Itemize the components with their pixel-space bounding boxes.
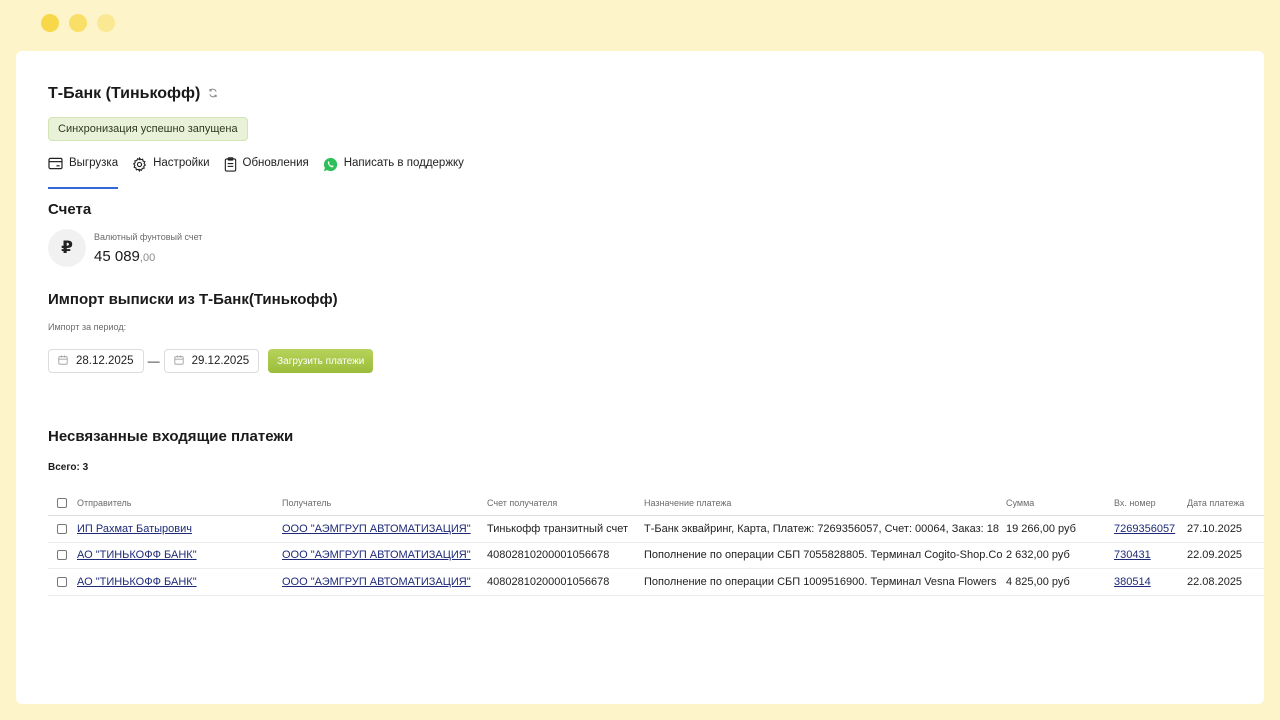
- row-select-cell: [48, 523, 77, 534]
- recipient-account-cell: 40802810200001056678: [487, 549, 610, 562]
- tab-updates-label: Обновления: [242, 157, 309, 169]
- recipient-cell: ООО "АЭМГРУП АВТОМАТИЗАЦИЯ": [282, 576, 487, 588]
- tab-export[interactable]: Выгрузка: [48, 155, 119, 189]
- sender-cell: ИП Рахмат Батырович: [77, 523, 282, 535]
- gear-icon: [133, 157, 147, 172]
- column-header[interactable]: Получатель: [282, 498, 487, 508]
- sender-cell: АО "ТИНЬКОФФ БАНК": [77, 549, 282, 561]
- tab-settings-label: Настройки: [153, 157, 210, 169]
- recipient-cell: ООО "АЭМГРУП АВТОМАТИЗАЦИЯ": [282, 549, 487, 561]
- column-header[interactable]: Дата платежа: [1187, 498, 1264, 508]
- table-row: АО "ТИНЬКОФФ БАНК" ООО "АЭМГРУП АВТОМАТИ…: [48, 543, 1264, 569]
- account-balance-fraction: ,00: [139, 251, 156, 264]
- calendar-icon: [58, 355, 68, 367]
- period-label: Импорт за период:: [48, 322, 127, 332]
- date-to-value: 29.12.2025: [191, 355, 250, 367]
- whatsapp-icon: [323, 157, 337, 172]
- table-header: Отправитель Получатель Счет получателя Н…: [48, 491, 1264, 516]
- select-all-checkbox[interactable]: [57, 498, 67, 508]
- sum-cell: 4 825,00 руб: [1006, 575, 1070, 588]
- tab-settings[interactable]: Настройки: [132, 155, 210, 189]
- ruble-icon: ₽: [48, 229, 86, 267]
- recipient-link[interactable]: ООО "АЭМГРУП АВТОМАТИЗАЦИЯ": [282, 549, 471, 561]
- number-link[interactable]: 380514: [1114, 576, 1181, 588]
- tab-support-label: Написать в поддержку: [343, 157, 464, 169]
- sender-link[interactable]: ИП Рахмат Батырович: [77, 523, 192, 535]
- app-window: Т-Банк (Тинькофф) Синхронизация успешно …: [16, 51, 1264, 704]
- date-to-input[interactable]: 29.12.2025: [163, 349, 260, 373]
- unlinked-payments-title: Несвязанные входящие платежи: [48, 428, 294, 445]
- number-link[interactable]: 730431: [1114, 549, 1181, 561]
- maximize-window-dot[interactable]: [97, 14, 115, 32]
- account-name: Валютный фунтовый счет: [94, 231, 203, 242]
- import-title: Импорт выписки из Т-Банк(Тинькофф): [48, 291, 338, 308]
- account-card[interactable]: ₽ Валютный фунтовый счет 45 089,00: [48, 229, 202, 267]
- purpose-cell: Пополнение по операции СБП 7055828805. Т…: [644, 549, 1003, 562]
- sync-status-badge: Синхронизация успешно запущена: [48, 117, 248, 141]
- row-select-cell: [48, 576, 77, 587]
- window-controls: [41, 14, 115, 32]
- recipient-account-cell: 40802810200001056678: [487, 575, 610, 588]
- date-cell: 27.10.2025: [1187, 522, 1243, 535]
- period-picker: 28.12.2025 — 29.12.2025 Загрузить платеж…: [48, 349, 374, 373]
- sum-cell: 19 266,00 руб: [1006, 522, 1076, 535]
- column-header[interactable]: Вх. номер: [1114, 498, 1187, 508]
- column-header[interactable]: Сумма: [1006, 498, 1114, 508]
- card-icon: [48, 157, 63, 170]
- close-window-dot[interactable]: [41, 14, 59, 32]
- number-link[interactable]: 7269356057: [1114, 523, 1181, 535]
- column-header[interactable]: Счет получателя: [487, 498, 644, 508]
- date-separator: —: [147, 354, 160, 368]
- sender-link[interactable]: АО "ТИНЬКОФФ БАНК": [77, 549, 197, 561]
- minimize-window-dot[interactable]: [69, 14, 87, 32]
- payments-table: Отправитель Получатель Счет получателя Н…: [48, 491, 1264, 596]
- date-cell: 22.08.2025: [1187, 575, 1243, 588]
- sender-link[interactable]: АО "ТИНЬКОФФ БАНК": [77, 576, 197, 588]
- account-balance: 45 089,00: [94, 248, 202, 265]
- account-balance-main: 45 089: [94, 247, 140, 265]
- refresh-icon[interactable]: [208, 88, 220, 100]
- recipient-cell: ООО "АЭМГРУП АВТОМАТИЗАЦИЯ": [282, 523, 487, 535]
- number-cell: 730431: [1114, 549, 1187, 561]
- recipient-account-cell: Тинькофф транзитный счет: [487, 522, 629, 535]
- recipient-link[interactable]: ООО "АЭМГРУП АВТОМАТИЗАЦИЯ": [282, 523, 471, 535]
- column-header[interactable]: Отправитель: [77, 498, 282, 508]
- purpose-cell: Пополнение по операции СБП 1009516900. Т…: [644, 575, 997, 588]
- row-checkbox[interactable]: [57, 550, 67, 561]
- accounts-title: Счета: [48, 201, 92, 218]
- table-row: АО "ТИНЬКОФФ БАНК" ООО "АЭМГРУП АВТОМАТИ…: [48, 569, 1264, 596]
- sender-cell: АО "ТИНЬКОФФ БАНК": [77, 576, 282, 588]
- number-cell: 7269356057: [1114, 523, 1187, 535]
- table-row: ИП Рахмат Батырович ООО "АЭМГРУП АВТОМАТ…: [48, 516, 1264, 543]
- date-from-input[interactable]: 28.12.2025: [48, 349, 144, 373]
- date-cell: 22.09.2025: [1187, 549, 1243, 562]
- select-all-cell: [48, 498, 77, 508]
- number-cell: 380514: [1114, 576, 1187, 588]
- total-count: Всего: 3: [48, 462, 89, 473]
- row-checkbox[interactable]: [57, 576, 67, 587]
- sum-cell: 2 632,00 руб: [1006, 549, 1070, 562]
- clipboard-icon: [224, 157, 236, 172]
- purpose-cell: Т-Банк эквайринг, Карта, Платеж: 7269356…: [644, 522, 999, 535]
- column-header[interactable]: Назначение платежа: [644, 498, 1006, 508]
- page-title: Т-Банк (Тинькофф): [48, 85, 201, 102]
- calendar-icon: [173, 355, 184, 367]
- page-header: Т-Банк (Тинькофф): [48, 85, 220, 103]
- tab-support[interactable]: Написать в поддержку: [323, 155, 464, 189]
- tab-export-label: Выгрузка: [69, 157, 119, 169]
- row-select-cell: [48, 550, 77, 561]
- tab-updates[interactable]: Обновления: [224, 155, 309, 189]
- load-payments-button[interactable]: Загрузить платежи: [268, 349, 374, 373]
- date-from-value: 28.12.2025: [76, 355, 134, 367]
- row-checkbox[interactable]: [57, 523, 67, 534]
- account-info: Валютный фунтовый счет 45 089,00: [94, 232, 202, 265]
- tab-bar: Выгрузка Настройки Обновления Написать в…: [48, 155, 478, 189]
- recipient-link[interactable]: ООО "АЭМГРУП АВТОМАТИЗАЦИЯ": [282, 576, 471, 588]
